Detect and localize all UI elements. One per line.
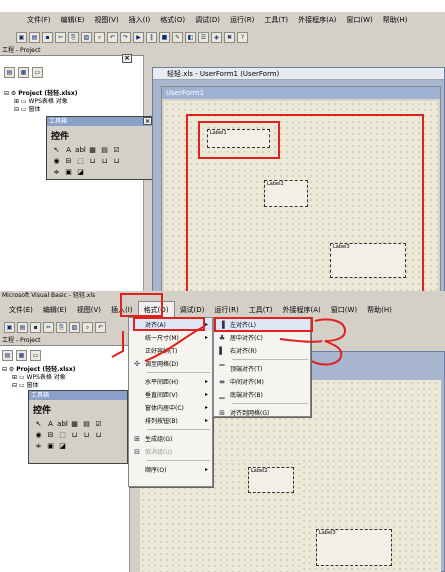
menu-run[interactable]: 运行(R) <box>225 12 259 28</box>
designer-window-title: 轻轻.xls - UserForm1 (UserForm) <box>153 68 444 80</box>
toggle-folders-icon[interactable]: ▭ <box>32 67 43 78</box>
top-vbe-panel: 文件(F) 编辑(E) 视图(V) 插入(I) 格式(O) 调试(D) 运行(R… <box>0 12 445 298</box>
break-icon[interactable]: ‖ <box>146 31 157 43</box>
help-icon[interactable]: ? <box>237 31 248 43</box>
insert-userform-icon[interactable]: ▤ <box>29 31 40 43</box>
listbox-tool-icon[interactable]: ▤ <box>99 145 110 155</box>
copy-icon[interactable]: ⎘ <box>68 31 79 43</box>
run-icon[interactable]: ▶ <box>133 31 144 43</box>
checkbox-tool-icon[interactable]: ☑ <box>111 145 122 155</box>
undo-icon[interactable]: ↶ <box>107 31 118 43</box>
tree-forms-node[interactable]: ⊟ ▭ 窗体 <box>4 106 78 114</box>
view-code-icon[interactable]: ▤ <box>4 67 15 78</box>
handwritten-annotations <box>111 318 347 366</box>
reset-icon[interactable]: ■ <box>159 31 170 43</box>
find-icon[interactable]: ⌕ <box>94 31 105 43</box>
redo-icon[interactable]: ↷ <box>120 31 131 43</box>
image-tool-icon[interactable]: ◪ <box>75 167 86 177</box>
menu-window[interactable]: 窗口(W) <box>341 12 377 28</box>
userform-title: UserForm1 <box>162 87 440 99</box>
menu-debug[interactable]: 调试(D) <box>190 12 225 28</box>
object-browser-icon[interactable]: ◈ <box>211 31 222 43</box>
cut-icon[interactable]: ✂ <box>55 31 66 43</box>
pointer-icon[interactable]: ↖ <box>51 145 62 155</box>
toolbox-close-icon[interactable]: × <box>143 117 152 125</box>
controls-tab[interactable]: 控件 <box>47 126 153 145</box>
multipage-tool-icon[interactable]: ⊔ <box>111 156 122 166</box>
tabstrip-tool-icon[interactable]: ⊔ <box>99 156 110 166</box>
menu-format[interactable]: 格式(O) <box>155 12 190 28</box>
bottom-vbe-panel: Microsoft Visual Basic - 轻轻.xls 文件(E) 编辑… <box>0 291 445 572</box>
toolbox-title: 工具箱 <box>47 117 153 126</box>
view-object-icon[interactable]: ▦ <box>18 67 29 78</box>
design-mode-icon[interactable]: ✎ <box>172 31 183 43</box>
standard-toolbar: ▣ ▤ ▪ ✂ ⎘ ▧ ⌕ ↶ ↷ ▶ ‖ ■ ✎ ◧ ☰ ◈ ✖ ? <box>0 29 445 45</box>
button-tool-icon[interactable]: ⊔ <box>87 156 98 166</box>
paste-icon[interactable]: ▧ <box>81 31 92 43</box>
toggle-tool-icon[interactable]: ⊟ <box>63 156 74 166</box>
scrollbar-tool-icon[interactable]: ≑ <box>51 167 62 177</box>
toolbox-window: 工具箱 × 控件 ↖ A abl ▦ ▤ ☑ ◉ ⊟ ⬚ ⊔ ⊔ ⊔ ≑ ▣ ◪ <box>46 116 154 180</box>
option-tool-icon[interactable]: ◉ <box>51 156 62 166</box>
combobox-tool-icon[interactable]: ▦ <box>87 145 98 155</box>
project-pane: 工程 - Project × ▤ ▦ ▭ ⊟ ⚙ Project (轻轻.xls… <box>0 46 154 298</box>
project-toolbar: ▤ ▦ ▭ <box>4 67 43 78</box>
menu-bar: 文件(F) 编辑(E) 视图(V) 插入(I) 格式(O) 调试(D) 运行(R… <box>0 12 445 28</box>
menu-file[interactable]: 文件(F) <box>22 12 56 28</box>
control-grid: ↖ A abl ▦ ▤ ☑ ◉ ⊟ ⬚ ⊔ ⊔ ⊔ ≑ ▣ ◪ <box>47 145 153 177</box>
menu-view[interactable]: 视图(V) <box>89 12 123 28</box>
toolbox-icon[interactable]: ✖ <box>224 31 235 43</box>
menu-help[interactable]: 帮助(H) <box>378 12 413 28</box>
menu-addins[interactable]: 外接程序(A) <box>293 12 341 28</box>
view-excel-icon[interactable]: ▣ <box>16 31 27 43</box>
tree-wps-node[interactable]: ⊞ ▭ WPS表格 对象 <box>4 98 78 106</box>
label-tool-icon[interactable]: A <box>63 145 74 155</box>
menu-tools[interactable]: 工具(T) <box>259 12 293 28</box>
frame-tool-icon[interactable]: ⬚ <box>75 156 86 166</box>
tree-project-node[interactable]: ⊟ ⚙ Project (轻轻.xlsx) <box>4 90 78 98</box>
menu-insert[interactable]: 插入(I) <box>124 12 156 28</box>
project-close-icon[interactable]: × <box>122 54 132 63</box>
project-tree: ⊟ ⚙ Project (轻轻.xlsx) ⊞ ▭ WPS表格 对象 ⊟ ▭ 窗… <box>4 90 78 114</box>
project-explorer-icon[interactable]: ◧ <box>185 31 196 43</box>
menu-edit[interactable]: 编辑(E) <box>56 12 90 28</box>
properties-icon[interactable]: ☰ <box>198 31 209 43</box>
save-icon[interactable]: ▪ <box>42 31 53 43</box>
spin-tool-icon[interactable]: ▣ <box>63 167 74 177</box>
highlight-labels-area <box>186 114 424 298</box>
textbox-tool-icon[interactable]: abl <box>75 145 86 155</box>
